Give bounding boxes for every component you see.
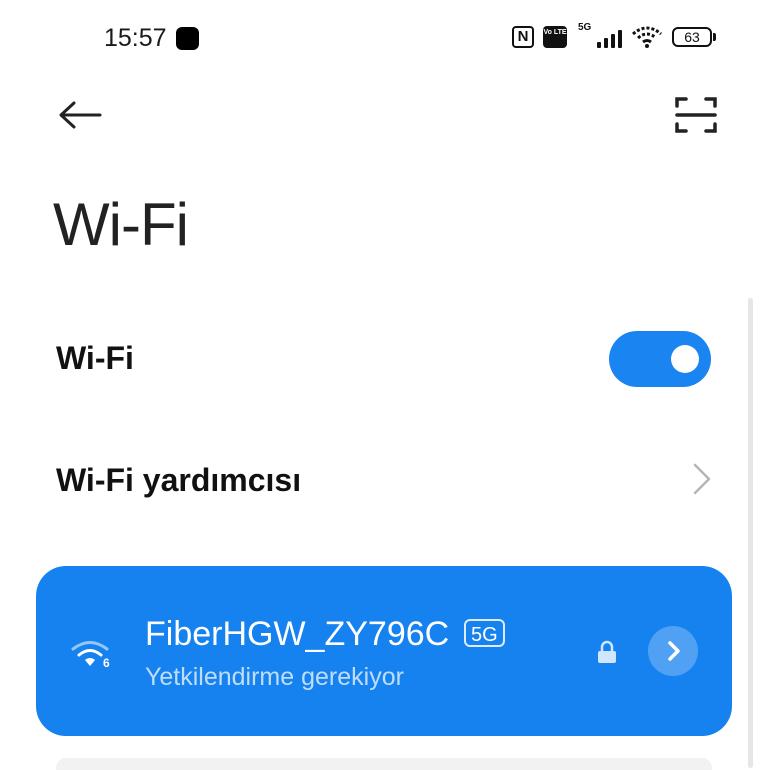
wifi-toggle[interactable] xyxy=(609,331,711,387)
wifi-icon xyxy=(632,26,662,48)
network-status: Yetkilendirme gerekiyor xyxy=(145,663,404,691)
wifi-assistant-label[interactable]: Wi-Fi yardımcısı xyxy=(56,462,301,499)
back-arrow-icon[interactable] xyxy=(56,97,104,133)
scan-icon[interactable] xyxy=(674,95,718,135)
status-icons: N Vo LTE 5G 63 xyxy=(512,22,716,50)
band-badge: 5G xyxy=(464,619,505,647)
network-ssid: FiberHGW_ZY796C xyxy=(145,615,450,653)
page-title: Wi-Fi xyxy=(53,191,189,258)
chevron-right-icon xyxy=(668,641,680,661)
toggle-knob xyxy=(671,345,699,373)
notification-dot-icon xyxy=(176,27,199,50)
battery-level: 63 xyxy=(672,27,712,47)
battery-icon: 63 xyxy=(672,27,716,47)
nfc-icon: N xyxy=(512,26,534,48)
next-network-card[interactable] xyxy=(56,758,712,770)
signal-icon: 5G xyxy=(576,22,622,50)
volte-icon: Vo LTE xyxy=(543,26,567,48)
status-bar: 15:57 N Vo LTE 5G 63 xyxy=(0,0,768,78)
network-details-button[interactable] xyxy=(648,626,698,676)
wifi-6-signal-icon: 6 xyxy=(71,641,110,670)
lock-icon xyxy=(598,640,616,663)
wifi-standard-label: 6 xyxy=(103,656,110,670)
chevron-right-icon[interactable] xyxy=(692,462,712,496)
status-time: 15:57 xyxy=(104,24,167,52)
wifi-toggle-label: Wi-Fi xyxy=(56,340,134,376)
network-type-label: 5G xyxy=(578,22,592,33)
scrollbar[interactable] xyxy=(748,298,753,768)
